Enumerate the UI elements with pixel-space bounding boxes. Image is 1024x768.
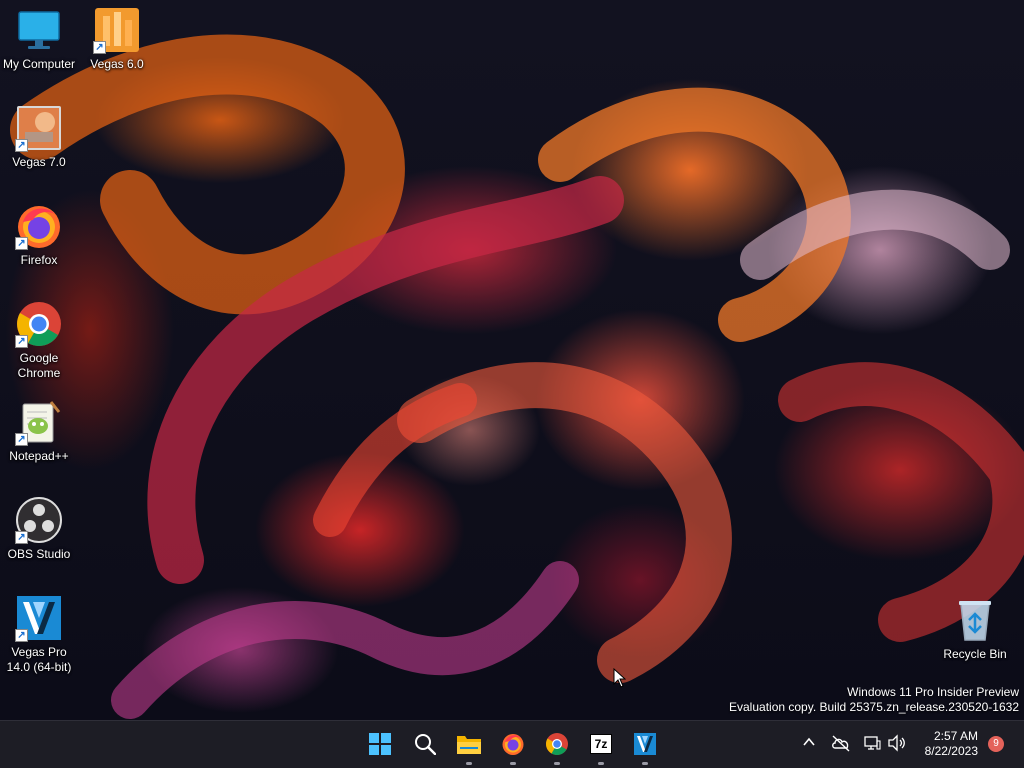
cloud-offline-icon (832, 735, 850, 752)
desktop-icon-vegas-pro-14[interactable]: ↗ Vegas Pro 14.0 (64-bit) (1, 594, 77, 675)
speaker-icon (888, 734, 905, 752)
shortcut-arrow-icon: ↗ (15, 335, 28, 348)
7zip-icon: 7z (590, 734, 612, 754)
taskbar: 7z 2:57 AM 8/22/2023 (0, 720, 1024, 768)
desktop-icon-obs-studio[interactable]: ↗ OBS Studio (1, 496, 77, 562)
running-indicator (510, 762, 516, 765)
vegas-6-icon: ↗ (93, 6, 141, 54)
vegas-7-icon: ↗ (15, 104, 63, 152)
shortcut-arrow-icon: ↗ (15, 237, 28, 250)
running-indicator (554, 762, 560, 765)
desktop-icon-my-computer[interactable]: My Computer (1, 6, 77, 72)
running-indicator (642, 762, 648, 765)
show-hidden-icons-button[interactable] (800, 735, 818, 753)
chevron-up-icon (803, 737, 815, 746)
desktop-icon-recycle-bin[interactable]: Recycle Bin (937, 596, 1013, 662)
notepad-plus-plus-icon: ↗ (15, 398, 63, 446)
desktop-icon-vegas-6[interactable]: ↗ Vegas 6.0 (79, 6, 155, 72)
onedrive-status[interactable] (831, 734, 851, 757)
shortcut-arrow-icon: ↗ (15, 139, 28, 152)
obs-icon: ↗ (15, 496, 63, 544)
watermark-line-1: Windows 11 Pro Insider Preview (847, 685, 1019, 699)
desktop-icon-label: My Computer (2, 57, 76, 71)
firefox-icon: ↗ (15, 202, 63, 250)
windows-logo-icon (369, 733, 391, 755)
volume-control[interactable] (887, 734, 907, 757)
search-button[interactable] (405, 721, 445, 768)
network-icon (864, 736, 881, 750)
desktop[interactable]: My Computer ↗ Vegas 6.0 ↗ Vegas 7.0 ↗ Fi… (0, 0, 1024, 720)
chrome-icon (546, 733, 568, 755)
taskbar-firefox[interactable] (493, 721, 533, 768)
mouse-cursor-icon (613, 668, 626, 688)
desktop-icon-google-chrome[interactable]: ↗ Google Chrome (1, 300, 77, 381)
desktop-icon-firefox[interactable]: ↗ Firefox (1, 202, 77, 268)
desktop-icon-notepad-plus-plus[interactable]: ↗ Notepad++ (1, 398, 77, 464)
running-indicator (466, 762, 472, 765)
monitor-icon (15, 6, 63, 54)
folder-icon (457, 736, 481, 754)
desktop-icon-label: Google Chrome (17, 351, 61, 380)
desktop-icon-label: Firefox (20, 253, 58, 267)
taskbar-vegas-pro[interactable] (625, 721, 665, 768)
taskbar-file-explorer[interactable] (449, 721, 489, 768)
desktop-icon-label: Notepad++ (9, 449, 69, 463)
desktop-icon-label: OBS Studio (7, 547, 71, 561)
desktop-icon-label: Vegas Pro 14.0 (64-bit) (6, 645, 72, 674)
start-button[interactable] (360, 721, 400, 768)
recycle-bin-icon (951, 596, 999, 644)
desktop-icon-label: Vegas 7.0 (12, 155, 66, 169)
vegas-pro-icon (634, 733, 656, 755)
taskbar-7zip[interactable]: 7z (581, 721, 621, 768)
vegas-pro-icon: ↗ (15, 594, 63, 642)
running-indicator (598, 762, 604, 765)
taskbar-chrome[interactable] (537, 721, 577, 768)
shortcut-arrow-icon: ↗ (15, 433, 28, 446)
wallpaper (10, 34, 1024, 719)
clock[interactable]: 2:57 AM 8/22/2023 (925, 729, 978, 759)
desktop-icon-vegas-7[interactable]: ↗ Vegas 7.0 (1, 104, 77, 170)
search-icon (415, 734, 436, 755)
notification-badge[interactable]: 9 (988, 736, 1004, 752)
desktop-icon-label: Recycle Bin (943, 647, 1007, 661)
shortcut-arrow-icon: ↗ (15, 629, 28, 642)
clock-time: 2:57 AM (933, 729, 978, 743)
shortcut-arrow-icon: ↗ (15, 531, 28, 544)
firefox-icon (502, 734, 524, 755)
watermark-line-2: Evaluation copy. Build 25375.zn_release.… (729, 700, 1019, 714)
network-status[interactable] (863, 734, 881, 757)
shortcut-arrow-icon: ↗ (93, 41, 106, 54)
desktop-icon-label: Vegas 6.0 (90, 57, 144, 71)
chrome-icon: ↗ (15, 300, 63, 348)
clock-date: 8/22/2023 (924, 744, 978, 758)
